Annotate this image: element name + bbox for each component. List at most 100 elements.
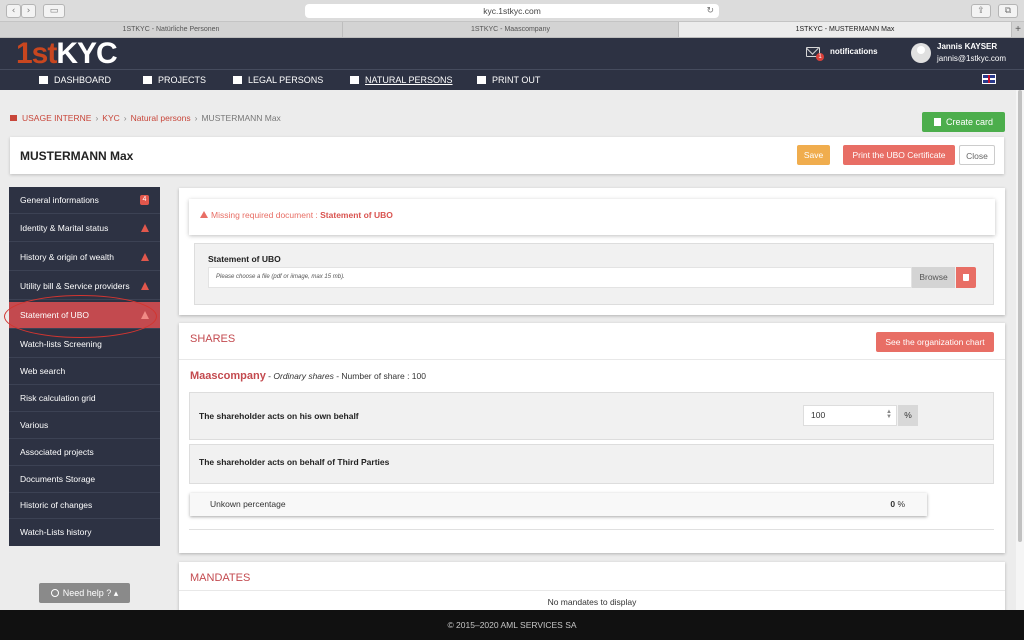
company-link[interactable]: Maascompany <box>190 370 266 382</box>
logo[interactable]: 1stKYC <box>16 38 118 70</box>
sidebar-item-watch-lists-history[interactable]: Watch-Lists history <box>9 519 160 546</box>
breadcrumb-link[interactable]: Natural persons <box>131 113 191 123</box>
mandates-heading: MANDATES <box>190 572 251 584</box>
save-button[interactable]: Save <box>797 145 830 165</box>
notifications-label: notifications <box>830 47 878 56</box>
unknown-percentage-value: 0 % <box>890 499 905 509</box>
own-behalf-box: The shareholder acts on his own behalf 1… <box>189 392 994 440</box>
sidebar-item-historic-changes[interactable]: Historic of changes <box>9 492 160 519</box>
user-menu[interactable]: Jannis KAYSER jannis@1stkyc.com <box>911 42 1021 66</box>
create-card-button[interactable]: Create card <box>922 112 1005 132</box>
home-icon <box>10 115 17 121</box>
empty-mandates-message: No mandates to display <box>547 597 637 607</box>
title-bar: MUSTERMANN Max Save Print the UBO Certif… <box>10 137 1004 174</box>
file-icon <box>477 76 486 84</box>
forward-icon[interactable]: › <box>21 4 36 18</box>
sidebar-item-associated-projects[interactable]: Associated projects <box>9 439 160 466</box>
folder-icon <box>143 76 152 84</box>
url-text: kyc.1stkyc.com <box>483 6 541 16</box>
spinner-icon[interactable]: ▲ ▼ <box>886 409 892 420</box>
chart-icon <box>39 76 48 84</box>
warning-icon <box>200 211 208 218</box>
breadcrumb-link[interactable]: KYC <box>102 113 119 123</box>
browser-tab[interactable]: 1STKYC - Maascompany <box>343 22 679 37</box>
tabs-overview-icon[interactable]: ⧉ <box>998 4 1018 18</box>
unknown-percentage-label: Unkown percentage <box>210 499 286 509</box>
browser-tab[interactable]: 1STKYC - Natürliche Personen <box>0 22 343 37</box>
lifebuoy-icon <box>50 589 59 597</box>
avatar <box>911 43 931 63</box>
new-tab-icon[interactable]: + <box>1012 22 1024 37</box>
reload-icon[interactable]: ↻ <box>706 4 714 18</box>
shares-heading: SHARES <box>190 333 236 345</box>
warning-icon <box>141 282 149 290</box>
browser-tab-active[interactable]: 1STKYC - MUSTERMANN Max <box>679 22 1012 37</box>
count-badge: 4 <box>140 195 149 205</box>
breadcrumb-link[interactable]: USAGE INTERNE <box>22 113 91 123</box>
caret-up-icon: ▴ <box>113 588 119 598</box>
notifications-badge: 1 <box>816 53 824 61</box>
sidebar-toggle-icon[interactable]: ▭ <box>43 4 65 18</box>
sidebar-item-general-informations[interactable]: General informations 4 <box>9 187 160 214</box>
notifications-button[interactable]: 1 notifications <box>806 44 886 64</box>
scrollbar[interactable] <box>1016 90 1024 610</box>
user-icon <box>350 76 359 84</box>
warning-icon <box>141 253 149 261</box>
address-bar[interactable]: kyc.1stkyc.com ↻ <box>305 4 719 18</box>
unknown-percentage-box: Unkown percentage 0 % <box>190 493 927 516</box>
breadcrumb: USAGE INTERNE › KYC › Natural persons › MUSTER… <box>10 113 281 123</box>
building-icon <box>233 76 242 84</box>
highlight-ellipse <box>4 295 157 338</box>
browser-tab-bar: 1STKYC - Natürliche Personen 1STKYC - Ma… <box>0 22 1024 38</box>
sidebar-item-various[interactable]: Various <box>9 412 160 439</box>
third-parties-box: The shareholder acts on behalf of Third … <box>189 444 994 484</box>
share-count: 100 <box>411 371 426 381</box>
browser-toolbar: ‹ › ▭ kyc.1stkyc.com ↻ ⇪ ⧉ <box>0 0 1024 22</box>
page-title: MUSTERMANN Max <box>20 149 134 163</box>
uk-flag-icon[interactable] <box>982 74 996 84</box>
document-label: Statement of UBO <box>208 254 281 264</box>
sidebar: General informations 4 Identity & Marital… <box>9 187 160 546</box>
sidebar-item-identity[interactable]: Identity & Marital status <box>9 215 160 242</box>
third-parties-label: The shareholder acts on behalf of Third … <box>199 457 390 467</box>
nav-print-out[interactable]: PRINT OUT <box>477 74 540 86</box>
sidebar-item-web-search[interactable]: Web search <box>9 358 160 385</box>
user-name: Jannis KAYSER <box>937 42 998 51</box>
back-icon[interactable]: ‹ <box>6 4 21 18</box>
footer: © 2015–2020 AML SERVICES SA <box>0 610 1024 640</box>
ubo-panel: Missing required document : Statement of… <box>179 188 1005 315</box>
file-plus-icon <box>933 118 941 126</box>
divider <box>189 529 994 530</box>
nav-legal-persons[interactable]: LEGAL PERSONS <box>233 74 323 86</box>
print-ubo-certificate-button[interactable]: Print the UBO Certificate <box>843 145 955 165</box>
need-help-button[interactable]: Need help ? ▴ <box>39 583 130 603</box>
missing-document-alert: Missing required document : Statement of… <box>189 199 995 235</box>
trash-icon <box>963 274 969 281</box>
sidebar-item-documents-storage[interactable]: Documents Storage <box>9 466 160 493</box>
shares-panel: SHARES See the organization chart Maasco… <box>179 323 1005 553</box>
divider <box>179 359 1005 360</box>
document-upload-box: Statement of UBO Please choose a file (p… <box>194 243 994 305</box>
browse-button[interactable]: Browse <box>912 267 955 288</box>
own-behalf-percentage-input[interactable]: 100 ▲ ▼ <box>803 405 897 426</box>
file-input[interactable]: Please choose a file (pdf or iimage, max… <box>208 267 912 288</box>
nav-natural-persons[interactable]: NATURAL PERSONS <box>350 74 453 86</box>
share-type: Ordinary shares <box>273 371 334 381</box>
percent-addon: % <box>898 405 918 426</box>
own-behalf-label: The shareholder acts on his own behalf <box>199 411 359 421</box>
main-nav: DASHBOARD PROJECTS LEGAL PERSONS NATURAL… <box>0 70 1024 90</box>
app-header: 1stKYC 1 notifications Jannis KAYSER jan… <box>0 38 1024 90</box>
share-icon[interactable]: ⇪ <box>971 4 991 18</box>
divider <box>179 590 1005 591</box>
scrollbar-thumb[interactable] <box>1018 90 1022 542</box>
company-line: Maascompany - Ordinary shares - Number o… <box>190 370 426 382</box>
warning-icon <box>141 224 149 232</box>
sidebar-item-history-wealth[interactable]: History & origin of wealth <box>9 244 160 271</box>
nav-projects[interactable]: PROJECTS <box>143 74 206 86</box>
organization-chart-button[interactable]: See the organization chart <box>876 332 994 352</box>
trash-button[interactable] <box>956 267 976 288</box>
close-button[interactable]: Close <box>959 145 995 165</box>
nav-dashboard[interactable]: DASHBOARD <box>39 74 111 86</box>
breadcrumb-current: MUSTERMANN Max <box>201 113 281 123</box>
sidebar-item-risk-grid[interactable]: Risk calculation grid <box>9 385 160 412</box>
